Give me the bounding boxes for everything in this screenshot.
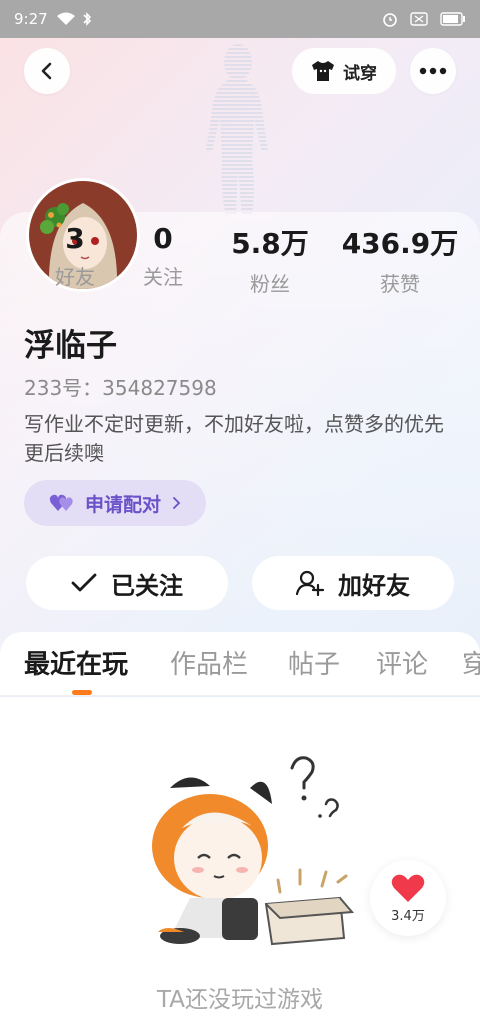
back-button[interactable]	[24, 48, 70, 94]
apply-pair-button[interactable]: 申请配对	[24, 480, 206, 526]
stat-following[interactable]: 0 关注	[128, 222, 198, 290]
stat-friends[interactable]: 3 好友	[40, 222, 110, 290]
like-count: 3.4万	[391, 908, 425, 924]
tab-comments[interactable]: 评论	[376, 644, 428, 681]
stat-likes-label: 获赞	[380, 272, 420, 296]
tab-works[interactable]: 作品栏	[170, 644, 248, 681]
avatar-figure-silhouette	[206, 44, 268, 216]
try-on-label: 试穿	[343, 63, 377, 84]
apply-pair-label: 申请配对	[84, 493, 161, 516]
tab-posts[interactable]: 帖子	[288, 644, 340, 681]
battery-icon	[440, 12, 465, 26]
try-on-button[interactable]: 试穿	[292, 48, 396, 94]
sim-icon	[410, 12, 428, 26]
empty-state-text: TA还没玩过游戏	[157, 987, 323, 1013]
tab-recently-played[interactable]: 最近在玩	[24, 644, 128, 681]
add-friend-label: 加好友	[338, 571, 410, 600]
check-icon	[71, 573, 97, 592]
stat-fans-label: 粉丝	[250, 272, 290, 296]
profile-name: 浮临子	[24, 328, 117, 364]
stat-friends-label: 好友	[55, 265, 95, 289]
tab-outfits[interactable]: 穿	[462, 644, 480, 681]
profile-tabs: 最近在玩 作品栏 帖子 评论 穿	[0, 632, 480, 696]
status-bar: 9:27	[0, 0, 480, 38]
add-user-icon	[296, 570, 324, 596]
stat-likes[interactable]: 436.9万 获赞	[336, 222, 464, 297]
heart-icon	[391, 874, 425, 902]
empty-state-illustration	[152, 756, 355, 946]
status-time: 9:27	[14, 10, 48, 28]
stat-friends-count: 3	[65, 222, 85, 255]
more-dots-icon	[419, 67, 447, 75]
stat-likes-count: 436.9万	[341, 227, 459, 260]
followed-label: 已关注	[111, 571, 183, 600]
stat-following-label: 关注	[143, 265, 183, 289]
shirt-icon	[312, 61, 334, 81]
add-friend-button[interactable]: 加好友	[252, 556, 454, 610]
stat-fans[interactable]: 5.8万 粉丝	[218, 222, 322, 297]
alarm-icon	[383, 13, 397, 27]
profile-bio: 写作业不定时更新，不加好友啦，点赞多的优先更后续噢	[24, 412, 444, 465]
like-float-button[interactable]: 3.4万	[370, 860, 446, 936]
chevron-left-icon	[41, 62, 52, 80]
chevron-right-icon	[173, 497, 181, 509]
more-button[interactable]	[410, 48, 456, 94]
profile-uid[interactable]: 233号：354827598	[24, 372, 217, 401]
followed-button[interactable]: 已关注	[26, 556, 228, 610]
stat-fans-count: 5.8万	[231, 227, 309, 260]
wifi-icon	[56, 12, 75, 25]
bluetooth-icon	[83, 12, 91, 26]
pair-hearts-icon	[49, 494, 73, 511]
tab-active-indicator	[72, 690, 92, 695]
stat-following-count: 0	[153, 222, 173, 255]
